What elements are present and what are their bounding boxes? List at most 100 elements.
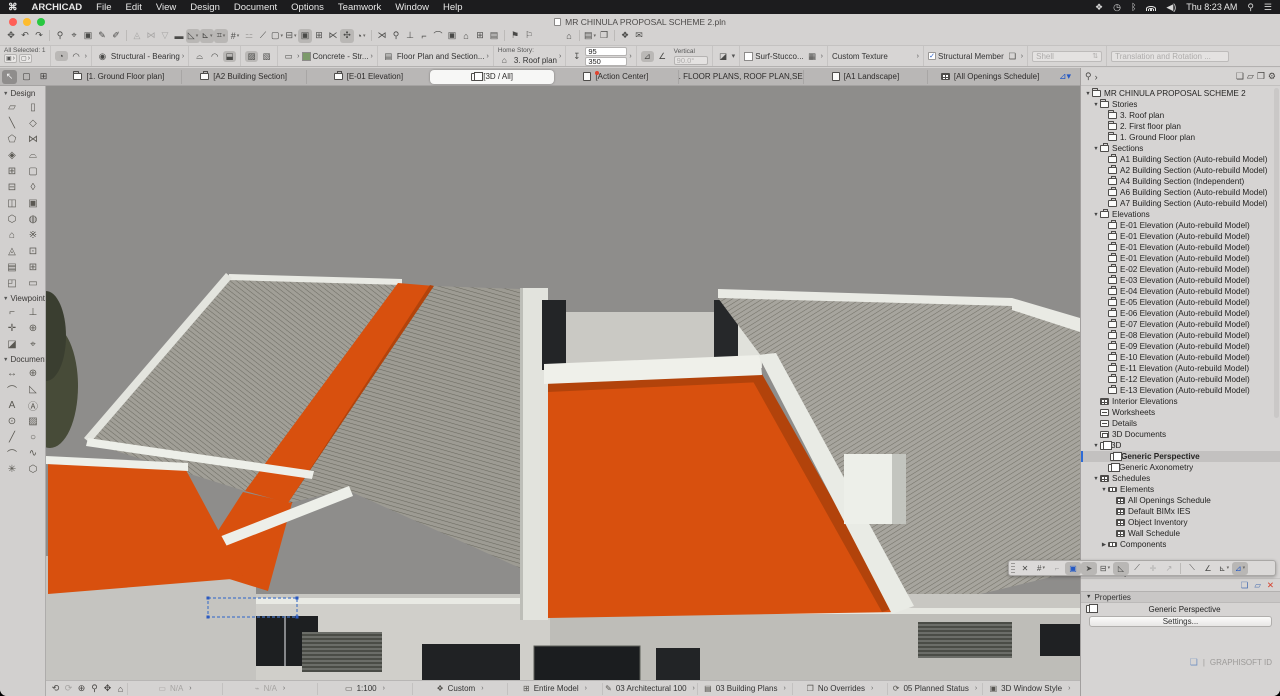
tab--all-openings-schedule-[interactable]: [All Openings Schedule]: [927, 70, 1052, 84]
tree-item[interactable]: E-05 Elevation (Auto-rebuild Model): [1081, 297, 1280, 308]
geometry-method-3-icon[interactable]: ⬓: [223, 51, 236, 62]
grid-element-tool[interactable]: ⊡: [23, 243, 44, 259]
pan-hand-icon[interactable]: ✥: [4, 29, 18, 43]
stair-tool[interactable]: ⊞: [2, 163, 23, 179]
orbit-icon[interactable]: ⚲: [88, 683, 101, 694]
status-overrides[interactable]: ❐No Overrides›: [792, 683, 887, 695]
menu-document[interactable]: Document: [234, 2, 277, 13]
door-tool[interactable]: ⊟: [2, 179, 23, 195]
home-icon[interactable]: ⌂: [562, 29, 576, 43]
snap-guides-icon[interactable]: ⊾▾: [200, 29, 214, 43]
line-tool[interactable]: ╱: [2, 429, 23, 445]
tree-item[interactable]: A2 Building Section (Auto-rebuild Model): [1081, 165, 1280, 176]
fill-tool[interactable]: ▨: [23, 413, 44, 429]
tab--1-floor-plans-roof-plan-secti-[interactable]: [1. FLOOR PLANS, ROOF PLAN,SECTI...: [678, 70, 803, 84]
view-back-icon[interactable]: ⟲: [49, 683, 62, 694]
roof-tool[interactable]: ⬠: [2, 131, 23, 147]
menu-edit[interactable]: Edit: [125, 2, 141, 13]
tree-item[interactable]: Details: [1081, 418, 1280, 429]
display-options-combo[interactable]: ▤ Floor Plan and Section... ›: [378, 46, 494, 66]
status-structure-display[interactable]: ⊞Entire Model›: [507, 683, 602, 695]
menu-archicad[interactable]: ARCHICAD: [32, 2, 83, 13]
home-story-value[interactable]: 3. Roof plan: [514, 56, 557, 65]
marquee-tool-icon[interactable]: ▢: [19, 70, 34, 84]
arc-tool[interactable]: ⌒: [2, 445, 23, 461]
tree-item[interactable]: ▼3D: [1081, 440, 1280, 451]
camera-viewpoint-tool[interactable]: ⌖: [23, 336, 44, 352]
menu-window[interactable]: Window: [395, 2, 429, 13]
paint-group[interactable]: ◪ ▾: [713, 46, 741, 66]
tab--3d-/-all-[interactable]: [3D / All]: [430, 70, 554, 84]
properties-header[interactable]: ▼ Properties: [1081, 591, 1280, 603]
element-settings-icon[interactable]: ◔: [55, 51, 68, 61]
tree-item[interactable]: ▼Elements: [1081, 484, 1280, 495]
tree-item[interactable]: A6 Building Section (Auto-rebuild Model): [1081, 187, 1280, 198]
settings-button[interactable]: Settings...: [1089, 616, 1272, 627]
cursor-snap-icon[interactable]: ➤: [1081, 562, 1097, 575]
stretch-icon[interactable]: ▣: [445, 29, 459, 43]
beam-tool[interactable]: ╲: [2, 115, 23, 131]
toolbox-section-document[interactable]: ▼Document: [0, 352, 45, 365]
lock-coords-icon[interactable]: ⊟▾: [1097, 562, 1113, 575]
arrow-tool-icon[interactable]: ↖: [2, 70, 17, 84]
status-renovation-filter[interactable]: ⟳05 Planned Status›: [887, 683, 982, 695]
toolbox-section-design[interactable]: ▼Design: [0, 86, 45, 99]
curtain-wall-tool[interactable]: ⌓: [23, 147, 44, 163]
status-layer-na[interactable]: ▭N/A›: [127, 683, 222, 695]
opening-tool[interactable]: ▣: [23, 195, 44, 211]
tree-item[interactable]: E-04 Elevation (Auto-rebuild Model): [1081, 286, 1280, 297]
offset-chevron[interactable]: ›: [629, 53, 631, 60]
elevation-viewpoint-tool[interactable]: ⊥: [23, 304, 44, 320]
marker-link-icon[interactable]: ⋈: [144, 29, 158, 43]
tree-item[interactable]: Wall Schedule: [1081, 528, 1280, 539]
tree-item[interactable]: E-10 Elevation (Auto-rebuild Model): [1081, 352, 1280, 363]
suspend-groups-icon[interactable]: ✕: [1017, 562, 1033, 575]
interior-elevation-tool[interactable]: ✛: [2, 320, 23, 336]
toolbox-section-viewpoint[interactable]: ▼Viewpoint: [0, 291, 45, 304]
save-view-icon[interactable]: ❏: [1241, 580, 1249, 591]
drag-handle[interactable]: [1011, 563, 1015, 573]
tree-item[interactable]: Generic Axonometry: [1081, 462, 1280, 473]
send-icon[interactable]: ✉: [632, 29, 646, 43]
schedule-tool[interactable]: ⊞: [23, 259, 44, 275]
layouts-icon[interactable]: ▤▾: [583, 29, 597, 43]
skylight-tool[interactable]: ◫: [2, 195, 23, 211]
tab--action-center-[interactable]: [Action Center]: [554, 70, 678, 84]
roof-tool-shortcut-icon[interactable]: ⌂: [459, 29, 473, 43]
section-element-tool[interactable]: ▤: [2, 259, 23, 275]
tree-item[interactable]: E-03 Elevation (Auto-rebuild Model): [1081, 275, 1280, 286]
corner-icon[interactable]: ⌐: [417, 29, 431, 43]
measure-icon[interactable]: ⟍: [1184, 562, 1200, 575]
status-pen-set[interactable]: ✎03 Architectural 100›: [602, 683, 697, 695]
tree-item[interactable]: A1 Building Section (Auto-rebuild Model): [1081, 154, 1280, 165]
add-opening-icon[interactable]: ⊞: [473, 29, 487, 43]
angle-dimension-tool[interactable]: ◺: [23, 381, 44, 397]
slab-tool[interactable]: ◇: [23, 115, 44, 131]
order-icon[interactable]: ⊞: [312, 29, 326, 43]
tree-item[interactable]: ▼Stories: [1081, 99, 1280, 110]
tab--1-ground-floor-plan-[interactable]: [1. Ground Floor plan]: [57, 70, 181, 84]
top-offset-input[interactable]: 95: [585, 47, 627, 56]
inject-parameters-icon[interactable]: ✐: [109, 29, 123, 43]
tree-item[interactable]: E-09 Elevation (Auto-rebuild Model): [1081, 341, 1280, 352]
tree-item[interactable]: E-01 Elevation (Auto-rebuild Model): [1081, 220, 1280, 231]
railing-tool[interactable]: ▢: [23, 163, 44, 179]
level-dimension-tool[interactable]: ⌒: [2, 381, 23, 397]
tab--a2-building-section-[interactable]: [A2 Building Section]: [181, 70, 306, 84]
menu-view[interactable]: View: [156, 2, 176, 13]
detail-tool[interactable]: ◪: [2, 336, 23, 352]
fit-view-icon[interactable]: ⌂: [114, 684, 127, 694]
element-classification-combo[interactable]: ◉ Structural - Bearing ›: [92, 46, 189, 66]
flag-add-icon[interactable]: ⚐: [522, 29, 536, 43]
publish-icon[interactable]: ❖: [618, 29, 632, 43]
wall-tool[interactable]: ▱: [2, 99, 23, 115]
tree-item[interactable]: A7 Building Section (Auto-rebuild Model): [1081, 198, 1280, 209]
tree-item[interactable]: E-12 Elevation (Auto-rebuild Model): [1081, 374, 1280, 385]
menu-design[interactable]: Design: [190, 2, 220, 13]
layout-book-icon[interactable]: ❐: [1257, 71, 1265, 82]
slope-method-2-icon[interactable]: ∠: [656, 51, 669, 62]
ruler-icon[interactable]: ▬: [172, 29, 186, 43]
status-window-style[interactable]: ▣3D Window Style›: [982, 683, 1077, 695]
tab--e-01-elevation-[interactable]: [E-01 Elevation]: [306, 70, 431, 84]
morph-tool[interactable]: ◈: [2, 147, 23, 163]
